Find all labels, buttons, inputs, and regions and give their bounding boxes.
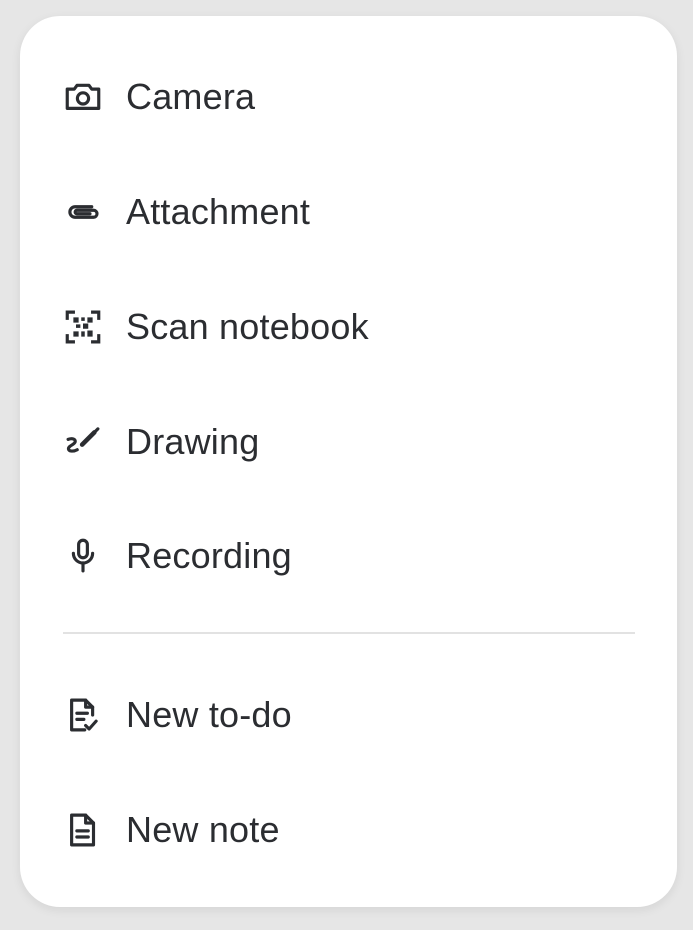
scan-icon [62,306,104,348]
menu-item-label: Drawing [126,421,260,462]
attach-menu: Camera Attachment Scan notebook Drawing … [20,16,677,907]
menu-item-label: Camera [126,76,256,117]
paperclip-icon [62,191,104,233]
note-document-icon [62,809,104,851]
menu-item-label: Recording [126,535,292,576]
menu-item-label: Attachment [126,191,311,232]
todo-document-icon [62,694,104,736]
menu-item-new-todo[interactable]: New to-do [20,665,677,765]
camera-icon [62,76,104,118]
menu-item-scan-notebook[interactable]: Scan notebook [20,277,677,377]
menu-item-label: New to-do [126,694,292,735]
menu-item-camera[interactable]: Camera [20,47,677,147]
menu-item-new-note[interactable]: New note [20,780,677,880]
brush-icon [62,421,104,463]
menu-item-drawing[interactable]: Drawing [20,392,677,492]
menu-item-recording[interactable]: Recording [20,506,677,606]
menu-item-attachment[interactable]: Attachment [20,162,677,262]
microphone-icon [62,535,104,577]
menu-item-label: Scan notebook [126,306,369,347]
menu-item-label: New note [126,809,280,850]
menu-divider [63,632,635,634]
